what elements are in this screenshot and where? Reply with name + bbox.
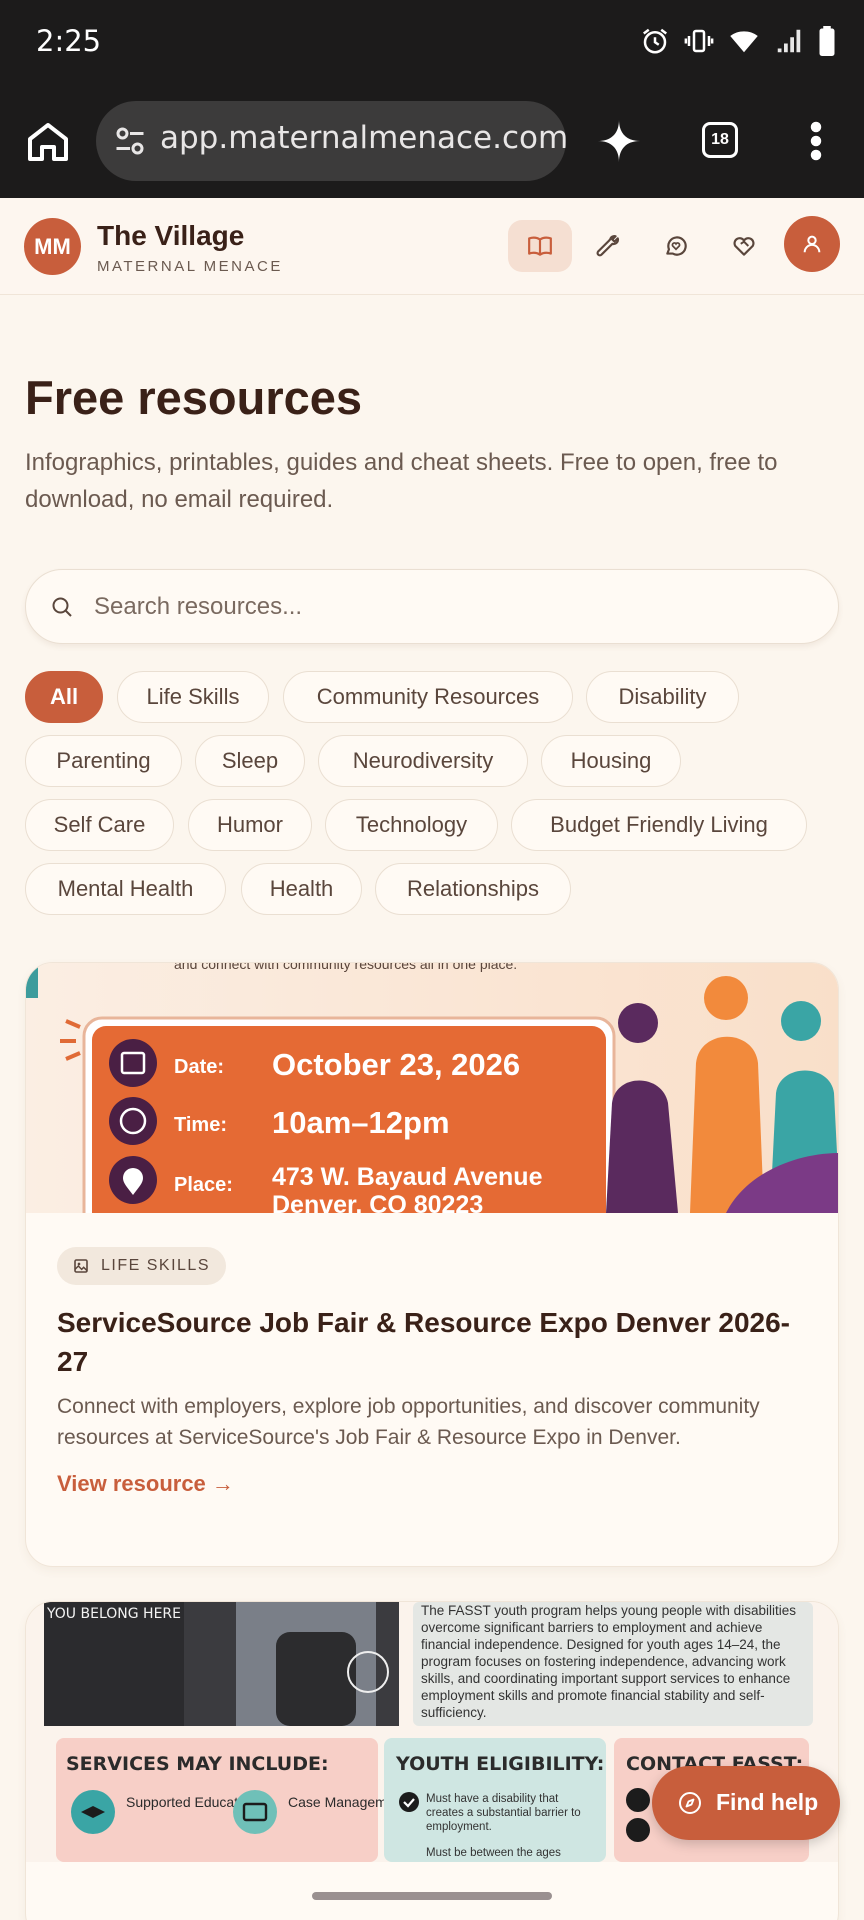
- filter-chip-relationships[interactable]: Relationships: [375, 863, 571, 915]
- signal-icon: [777, 29, 801, 53]
- nav-chat-button[interactable]: [650, 220, 702, 272]
- app-header: MM The Village MATERNAL MENACE: [0, 198, 864, 295]
- chat-heart-icon: [666, 236, 687, 256]
- eligibility-item-2: Must be between the ages: [426, 1847, 561, 1859]
- category-tag: LIFE SKILLS: [57, 1247, 226, 1285]
- resource-card[interactable]: and connect with community resources all…: [25, 962, 839, 1567]
- search-bar[interactable]: [25, 569, 839, 644]
- battery-icon: [819, 26, 835, 56]
- services-heading: SERVICES MAY INCLUDE:: [66, 1753, 329, 1775]
- eligibility-heading: YOUTH ELIGIBILITY:: [395, 1753, 604, 1775]
- alarm-icon: [643, 28, 667, 54]
- tab-switcher-button[interactable]: 18: [702, 122, 738, 158]
- filter-chip-self-care[interactable]: Self Care: [25, 799, 174, 851]
- flyer-place-label: Place:: [174, 1174, 233, 1196]
- profile-button[interactable]: [784, 216, 840, 272]
- brand-title[interactable]: The Village: [97, 220, 244, 252]
- heart-handshake-icon: [733, 237, 755, 256]
- filter-chip-life-skills[interactable]: Life Skills: [117, 671, 269, 723]
- filter-chip-community-resources[interactable]: Community Resources: [283, 671, 573, 723]
- address-bar[interactable]: app.maternalmenace.com/r: [96, 101, 566, 181]
- flyer-top-text: and connect with community resources all…: [174, 963, 517, 972]
- filter-chip-parenting[interactable]: Parenting: [25, 735, 182, 787]
- page-title: Free resources: [25, 371, 363, 424]
- page-intro: Infographics, printables, guides and che…: [25, 449, 778, 513]
- browser-toolbar: app.maternalmenace.com/r 18: [0, 84, 864, 198]
- search-input[interactable]: [94, 586, 814, 628]
- flyer-date: October 23, 2026: [272, 1047, 520, 1082]
- filter-chip-neurodiversity[interactable]: Neurodiversity: [318, 735, 528, 787]
- site-settings-icon[interactable]: [112, 123, 148, 159]
- flyer-time-label: Time:: [174, 1114, 227, 1136]
- ai-sparkle-icon[interactable]: [596, 118, 642, 164]
- flyer-date-label: Date:: [174, 1056, 224, 1078]
- program-blurb: The FASST youth program helps young peop…: [421, 1603, 796, 1720]
- home-icon[interactable]: [24, 117, 72, 165]
- nav-support-button[interactable]: [718, 220, 770, 272]
- eligibility-item-1: Must have a disability that creates a su…: [426, 1793, 581, 1833]
- filter-chip-sleep[interactable]: Sleep: [195, 735, 305, 787]
- resource-card[interactable]: YOU BELONG HERE The FASST youth program …: [25, 1601, 839, 1920]
- status-time: 2:25: [36, 24, 102, 58]
- url-text[interactable]: app.maternalmenace.com/r: [160, 120, 566, 156]
- people-illustration: [606, 976, 838, 1213]
- status-icons: [640, 26, 836, 56]
- filter-chip-housing[interactable]: Housing: [541, 735, 681, 787]
- belong-text: YOU BELONG HERE: [46, 1606, 181, 1622]
- filter-chip-health[interactable]: Health: [241, 863, 362, 915]
- vibrate-icon: [684, 29, 714, 53]
- logo[interactable]: MM: [24, 218, 81, 275]
- book-icon: [528, 236, 552, 256]
- search-icon: [52, 597, 72, 617]
- nav-tools-button[interactable]: [582, 220, 634, 272]
- filter-chip-humor[interactable]: Humor: [188, 799, 312, 851]
- nav-resources-button[interactable]: [508, 220, 572, 272]
- status-bar: 2:25: [0, 0, 864, 84]
- find-help-button[interactable]: Find help: [652, 1766, 840, 1840]
- flyer-time: 10am–12pm: [272, 1105, 450, 1140]
- category-tag-label: LIFE SKILLS: [101, 1257, 210, 1274]
- filter-chip-technology[interactable]: Technology: [325, 799, 498, 851]
- find-help-label: Find help: [716, 1789, 819, 1815]
- resource-description: Connect with employers, explore job oppo…: [57, 1395, 760, 1449]
- flyer-place-line2: Denver, CO 80223: [272, 1191, 483, 1213]
- flyer-place-line1: 473 W. Bayaud Avenue: [272, 1163, 543, 1191]
- filter-chip-all[interactable]: All: [25, 671, 103, 723]
- filter-chip-mental-health[interactable]: Mental Health: [25, 863, 226, 915]
- overflow-menu-icon[interactable]: [808, 120, 824, 162]
- wrench-icon: [596, 235, 620, 257]
- resource-title[interactable]: ServiceSource Job Fair & Resource Expo D…: [57, 1303, 797, 1381]
- view-resource-link[interactable]: View resource →: [57, 1471, 234, 1497]
- brand-subtitle: MATERNAL MENACE: [97, 258, 283, 275]
- filter-chip-budget-friendly-living[interactable]: Budget Friendly Living: [511, 799, 807, 851]
- gesture-home-bar[interactable]: [312, 1892, 552, 1900]
- wifi-icon: [730, 31, 758, 53]
- resource-thumbnail[interactable]: and connect with community resources all…: [26, 963, 839, 1213]
- image-icon: [74, 1259, 88, 1273]
- filter-chip-disability[interactable]: Disability: [586, 671, 739, 723]
- compass-icon: [679, 1792, 701, 1814]
- user-icon: [803, 235, 821, 253]
